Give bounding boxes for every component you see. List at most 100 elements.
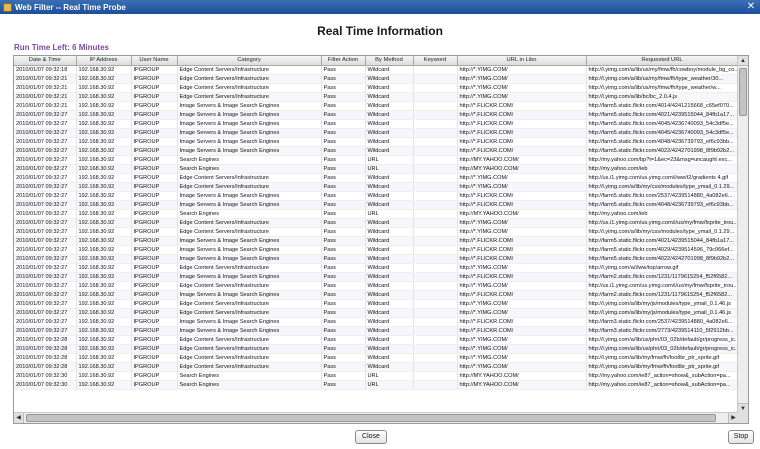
column-header-ip-address[interactable]: IP Address [76,56,132,66]
table-row[interactable]: 2010/01/07 09:32:28 192.168.30.92 IPGROUP E… [14,353,738,363]
table-row[interactable]: 2010/01/07 09:32:27 192.168.30.92 IPGROUP S… [14,209,738,219]
cell-by-method: Wildcard [365,200,414,210]
cell-category: Edge Content Servers/Infrastructure [177,308,322,318]
cell-url-in-lib: http://*.YIMG.COM/ [457,227,587,237]
cell-ip-address: 192.168.30.92 [76,371,132,381]
cell-url-in-lib: http://*.YIMG.COM/ [457,344,587,354]
window-title: Web Filter -- Real Time Probe [15,2,126,12]
cell-date-time: 2010/01/07 09:32:27 [14,173,77,183]
table-row[interactable]: 2010/01/07 09:32:27 192.168.30.92 IPGROUP I… [14,245,738,255]
cell-by-method: Wildcard [365,182,414,192]
scroll-up-icon[interactable]: ▲ [738,56,748,66]
table-row[interactable]: 2010/01/07 09:32:27 192.168.30.92 IPGROUP I… [14,254,738,264]
cell-keyword [413,335,458,345]
table-row[interactable]: 2010/01/07 09:32:27 192.168.30.92 IPGROUP I… [14,290,738,300]
column-header-category[interactable]: Category [177,56,322,66]
cell-filter-action: Pass [321,137,366,147]
cell-url-in-lib: http://MY.YAHOO.COM/ [457,155,587,165]
column-header-date-time[interactable]: Date & Time [14,56,77,66]
cell-category: Image Servers & Image Search Engines [177,236,322,246]
table-row[interactable]: 2010/01/07 09:32:27 192.168.30.92 IPGROUP E… [14,218,738,228]
table-row[interactable]: 2010/01/07 09:32:21 192.168.30.92 IPGROUP E… [14,74,738,84]
cell-category: Search Engines [177,209,322,219]
column-header-filter-action[interactable]: Filter Action [321,56,366,66]
table-row[interactable]: 2010/01/07 09:32:21 192.168.30.92 IPGROUP I… [14,101,738,111]
table-row[interactable]: 2010/01/07 09:32:28 192.168.30.92 IPGROUP E… [14,344,738,354]
cell-filter-action: Pass [321,101,366,111]
table-row[interactable]: 2010/01/07 09:32:27 192.168.30.92 IPGROUP I… [14,272,738,282]
vertical-scrollbar[interactable]: ▲ ▼ [737,56,748,413]
cell-ip-address: 192.168.30.92 [76,362,132,372]
cell-filter-action: Pass [321,272,366,282]
table-row[interactable]: 2010/01/07 09:32:27 192.168.30.92 IPGROUP S… [14,155,738,165]
cell-by-method: Wildcard [365,272,414,282]
table-row[interactable]: 2010/01/07 09:32:27 192.168.30.92 IPGROUP E… [14,182,738,192]
cell-url-in-lib: http://MY.YAHOO.COM/ [457,371,587,381]
cell-category: Edge Content Servers/Infrastructure [177,281,322,291]
table-row[interactable]: 2010/01/07 09:32:30 192.168.30.92 IPGROUP S… [14,380,738,390]
table-row[interactable]: 2010/01/07 09:32:27 192.168.30.92 IPGROUP S… [14,164,738,174]
cell-user-name: IPGROUP [131,110,178,120]
cell-keyword [413,173,458,183]
stop-button[interactable]: Stop [728,430,754,444]
cell-ip-address: 192.168.30.92 [76,317,132,327]
column-header-user-name[interactable]: User Name [131,56,178,66]
table-row[interactable]: 2010/01/07 09:32:27 192.168.30.92 IPGROUP E… [14,299,738,309]
cell-ip-address: 192.168.30.92 [76,155,132,165]
table-row[interactable]: 2010/01/07 09:32:28 192.168.30.92 IPGROUP E… [14,362,738,372]
table-row[interactable]: 2010/01/07 09:32:27 192.168.30.92 IPGROUP I… [14,137,738,147]
table-row[interactable]: 2010/01/07 09:32:27 192.168.30.92 IPGROUP E… [14,227,738,237]
horizontal-scrollbar[interactable]: ◀ ▶ [14,412,738,423]
table-row[interactable]: 2010/01/07 09:32:21 192.168.30.92 IPGROUP E… [14,92,738,102]
cell-user-name: IPGROUP [131,218,178,228]
cell-user-name: IPGROUP [131,209,178,219]
cell-date-time: 2010/01/07 09:32:28 [14,335,77,345]
cell-category: Image Servers & Image Search Engines [177,245,322,255]
cell-requested-url: http://my.yahoo.com/bp?t=1&ec=23&msg=unc… [586,155,738,165]
table-row[interactable]: 2010/01/07 09:32:27 192.168.30.92 IPGROUP I… [14,128,738,138]
table-row[interactable]: 2010/01/07 09:32:27 192.168.30.92 IPGROUP I… [14,317,738,327]
table-row[interactable]: 2010/01/07 09:32:27 192.168.30.92 IPGROUP I… [14,200,738,210]
column-header-requested-url[interactable]: Requested URL [586,56,738,66]
cell-filter-action: Pass [321,128,366,138]
close-button[interactable]: Close [355,430,387,444]
cell-url-in-lib: http://*.YIMG.COM/ [457,263,587,273]
cell-requested-url: http://l.yimg.com/a/lib/my/fmw/fh/footlb… [586,362,738,372]
table-row[interactable]: 2010/01/07 09:32:27 192.168.30.92 IPGROUP E… [14,263,738,273]
horizontal-scroll-thumb[interactable] [26,414,716,422]
table-row[interactable]: 2010/01/07 09:32:27 192.168.30.92 IPGROUP I… [14,146,738,156]
cell-filter-action: Pass [321,362,366,372]
scroll-left-icon[interactable]: ◀ [14,413,24,423]
cell-ip-address: 192.168.30.92 [76,110,132,120]
table-row[interactable]: 2010/01/07 09:32:28 192.168.30.92 IPGROUP E… [14,335,738,345]
cell-by-method: Wildcard [365,110,414,120]
cell-requested-url: http://l.yimg.com/a/lib/us/my/fmw/fh/typ… [586,74,738,84]
cell-by-method: URL [365,164,414,174]
table-row[interactable]: 2010/01/07 09:32:27 192.168.30.92 IPGROUP E… [14,281,738,291]
cell-keyword [413,137,458,147]
cell-user-name: IPGROUP [131,308,178,318]
window-close-icon[interactable]: ✕ [745,1,757,13]
table-row[interactable]: 2010/01/07 09:32:18 192.168.30.92 IPGROUP E… [14,65,738,75]
table-row[interactable]: 2010/01/07 09:32:27 192.168.30.92 IPGROUP I… [14,236,738,246]
table-row[interactable]: 2010/01/07 09:32:27 192.168.30.92 IPGROUP E… [14,308,738,318]
table-row[interactable]: 2010/01/07 09:32:30 192.168.30.92 IPGROUP S… [14,371,738,381]
table-row[interactable]: 2010/01/07 09:32:27 192.168.30.92 IPGROUP I… [14,326,738,336]
cell-by-method: URL [365,155,414,165]
table-row[interactable]: 2010/01/07 09:32:27 192.168.30.92 IPGROUP E… [14,173,738,183]
cell-url-in-lib: http://*.FLICKR.COM/ [457,317,587,327]
column-header-url-in-lib[interactable]: URL in Libo [457,56,587,66]
column-header-keyword[interactable]: Keyword [413,56,458,66]
cell-url-in-lib: http://*.YIMG.COM/ [457,173,587,183]
table-row[interactable]: 2010/01/07 09:32:27 192.168.30.92 IPGROUP I… [14,191,738,201]
cell-url-in-lib: http://*.FLICKR.COM/ [457,146,587,156]
table-row[interactable]: 2010/01/07 09:32:27 192.168.30.92 IPGROUP I… [14,110,738,120]
cell-requested-url: http://l.yimg.com/a/lib/my/js/modules/ty… [586,308,738,318]
vertical-scroll-thumb[interactable] [739,68,747,116]
column-header-by-method[interactable]: By Method [365,56,414,66]
cell-user-name: IPGROUP [131,317,178,327]
cell-requested-url: http://farm5.static.flickr.com/4045/4236… [586,119,738,129]
table-row[interactable]: 2010/01/07 09:32:27 192.168.30.92 IPGROUP I… [14,119,738,129]
cell-url-in-lib: http://*.FLICKR.COM/ [457,110,587,120]
table-row[interactable]: 2010/01/07 09:32:21 192.168.30.92 IPGROUP E… [14,83,738,93]
